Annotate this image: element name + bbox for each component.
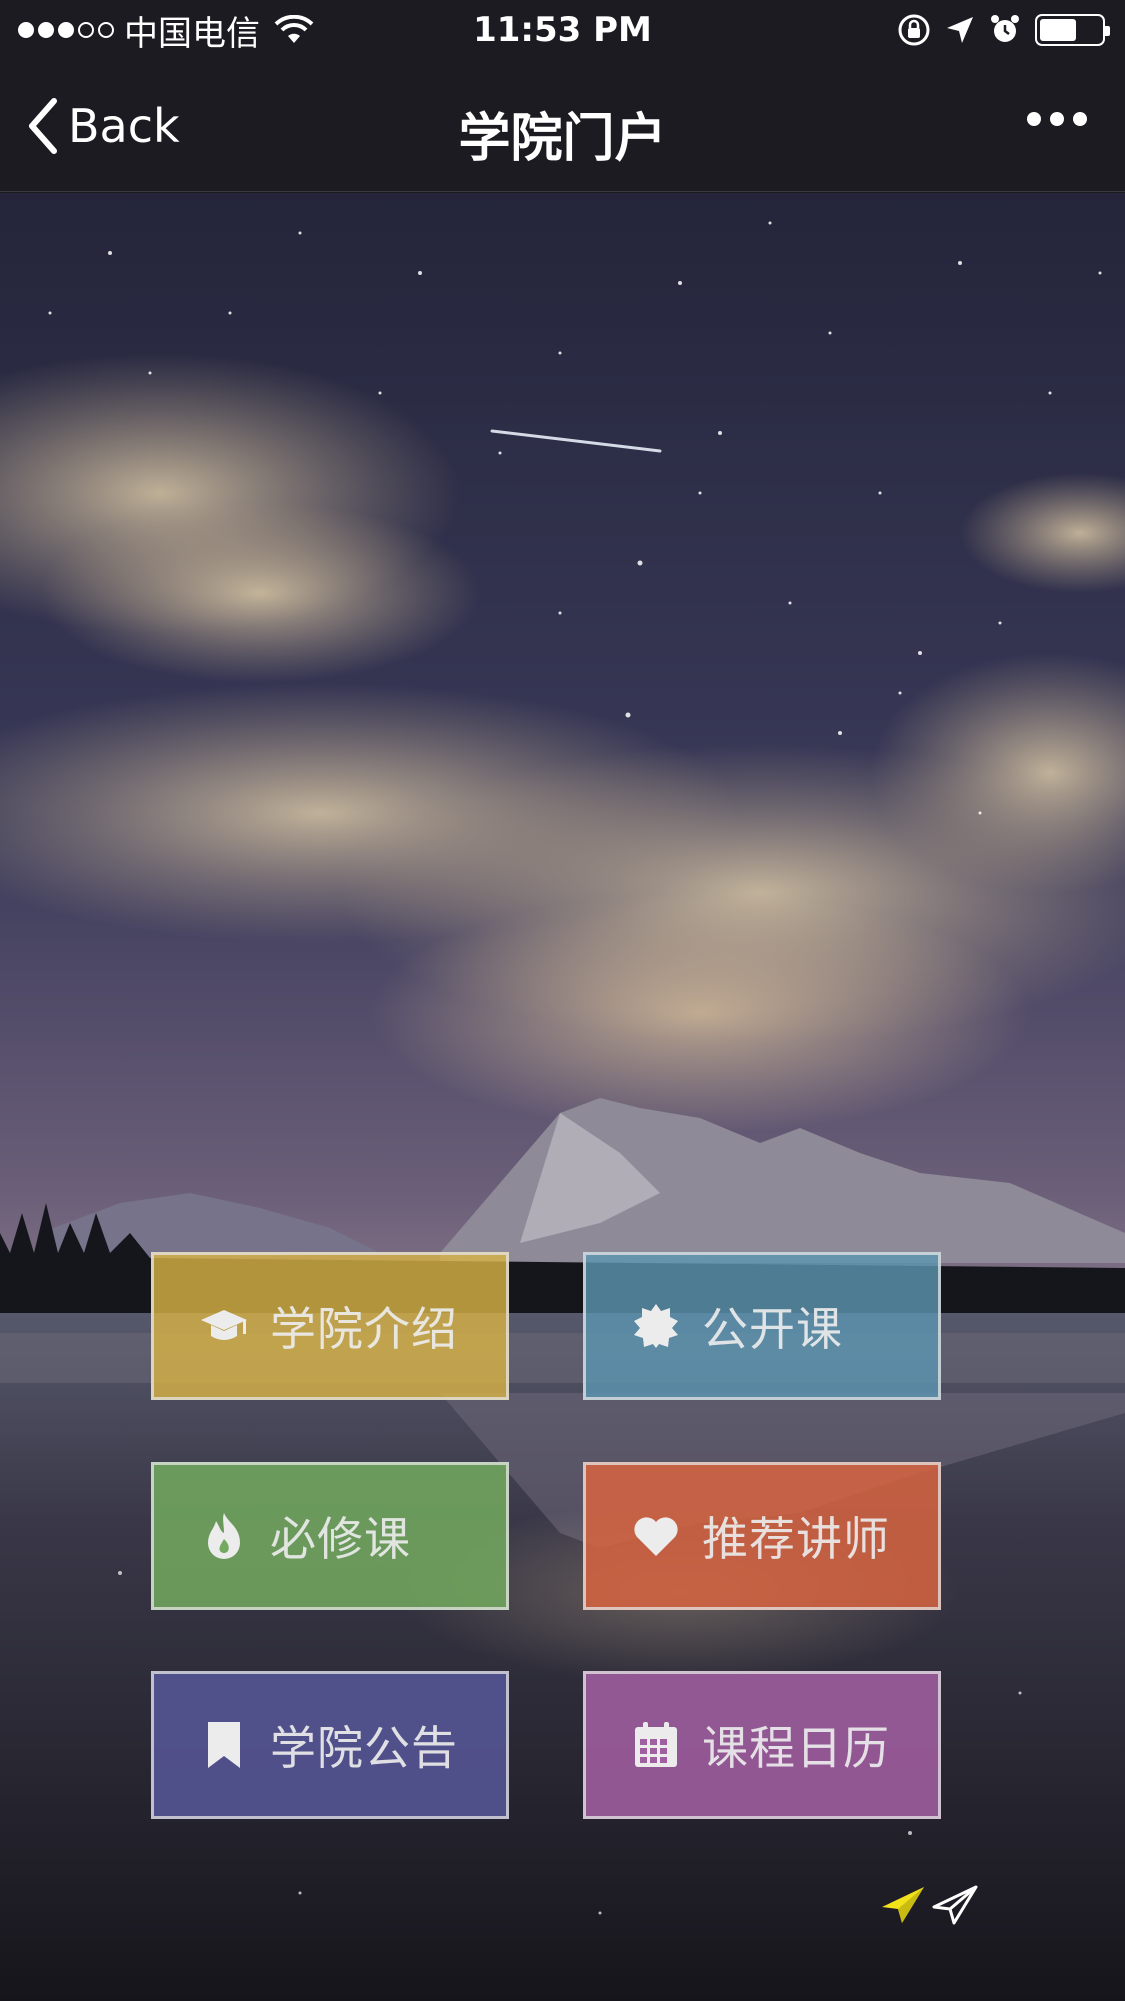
calendar-icon [630, 1719, 682, 1771]
status-bar: 中国电信 11:53 PM [0, 0, 1125, 62]
bookmark-icon [198, 1719, 250, 1771]
location-arrow-icon [947, 17, 973, 43]
graduation-cap-icon [198, 1300, 250, 1352]
orientation-lock-icon [898, 14, 930, 46]
badge-icon [630, 1300, 682, 1352]
paper-plane-yellow-icon [882, 1887, 924, 1923]
tile-required-course[interactable]: 必修课 [151, 1462, 509, 1610]
status-right [897, 12, 1110, 48]
alarm-icon [991, 15, 1019, 42]
tile-course-calendar[interactable]: 课程日历 [583, 1671, 941, 1819]
page-title: 学院门户 [458, 109, 667, 169]
tile-recommended-lecturer[interactable]: 推荐讲师 [583, 1462, 941, 1610]
tile-label: 学院公告 [270, 1721, 458, 1775]
tile-label: 课程日历 [702, 1721, 890, 1775]
more-dots-icon [1027, 112, 1041, 126]
more-button[interactable] [1027, 112, 1087, 126]
tile-college-notice[interactable]: 学院公告 [151, 1671, 509, 1819]
tile-open-course[interactable]: 公开课 [583, 1252, 941, 1400]
navigation-bar: Back 学院门户 [0, 62, 1125, 192]
fire-icon [198, 1510, 250, 1562]
tile-label: 学院介绍 [270, 1302, 458, 1356]
tile-label: 必修课 [270, 1512, 411, 1566]
heart-icon [630, 1510, 682, 1562]
paper-plane-white-icon [932, 1885, 978, 1925]
battery-icon [1035, 14, 1110, 46]
tile-college-intro[interactable]: 学院介绍 [151, 1252, 509, 1400]
tile-label: 公开课 [702, 1302, 843, 1356]
tile-label: 推荐讲师 [702, 1512, 890, 1566]
footer-logo [880, 1885, 978, 1925]
